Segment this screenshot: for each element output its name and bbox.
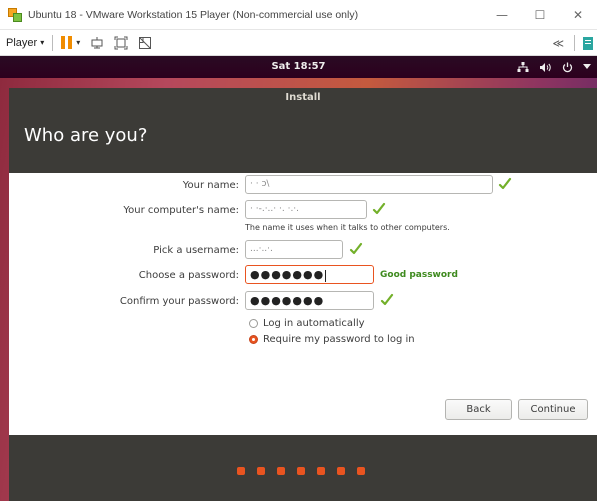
window-title: Ubuntu 18 - VMware Workstation 15 Player… [28,8,359,21]
progress-dot [357,467,365,475]
vmware-window: Ubuntu 18 - VMware Workstation 15 Player… [0,0,597,501]
confirm-dots: ●●●●●●● [250,294,325,307]
panel-clock[interactable]: Sat 18:57 [0,56,597,78]
radio-checked-icon [249,335,258,344]
progress-dot [317,467,325,475]
library-icon[interactable] [583,36,593,50]
collapse-toolbar-icon[interactable]: ≪ [552,37,564,50]
toolbar-divider [574,35,575,51]
checkmark-icon [380,293,394,306]
text-cursor [325,269,327,282]
vmware-app-icon [8,7,22,22]
username-field[interactable]: ...·..·. [245,240,343,259]
progress-dot [337,467,345,475]
require-password-label: Require my password to log in [263,334,415,345]
unity-mode-icon[interactable] [138,36,152,50]
volume-icon [540,62,551,72]
ubuntu-top-panel: Sat 18:57 [0,56,597,78]
computer-name-hint: The name it uses when it talks to other … [245,223,450,232]
toolbar-right: ≪ [552,30,597,56]
login-automatically-option[interactable]: Log in automatically [249,318,365,329]
require-password-option[interactable]: Require my password to log in [249,334,415,345]
progress-dot [297,467,305,475]
fit-guest-icon[interactable] [114,36,128,50]
player-toolbar: Player ▾ ▾ ≪ [0,30,597,56]
login-automatically-label: Log in automatically [263,318,365,329]
player-menu-button[interactable]: Player ▾ [6,37,44,49]
window-controls: — ☐ ✕ [483,0,597,30]
install-progress-dots [237,467,365,475]
your-name-field[interactable]: · · ɔ\ [245,175,493,194]
checkmark-icon [372,202,386,215]
who-are-you-form: Your name: · · ɔ\ Your computer's name: … [9,173,597,435]
username-label: Pick a username: [153,245,239,256]
close-button[interactable]: ✕ [559,0,597,30]
window-title-bar[interactable]: Ubuntu 18 - VMware Workstation 15 Player… [0,0,597,30]
installer-header: Install Who are you? [9,88,597,173]
confirm-password-label: Confirm your password: [119,296,239,307]
computer-name-label: Your computer's name: [123,205,239,216]
password-label: Choose a password: [138,270,239,281]
send-ctrl-alt-del-icon[interactable] [90,36,104,50]
installer-title: Install [285,92,321,103]
page-title: Who are you? [24,125,148,146]
installer-window: Install Who are you? Your name: · · ɔ\ Y… [9,88,597,501]
password-dots: ●●●●●●● [250,268,325,281]
player-menu-label: Player [6,36,38,49]
checkmark-icon [498,177,512,190]
power-options-dropdown[interactable]: ▾ [76,38,80,47]
continue-button[interactable]: Continue [518,399,588,420]
system-tray[interactable] [517,56,591,78]
radio-unchecked-icon [249,319,258,328]
progress-dot [277,467,285,475]
minimize-button[interactable]: — [483,0,521,30]
installer-footer [9,435,597,501]
your-name-label: Your name: [182,180,239,191]
checkmark-icon [349,242,363,255]
computer-name-field[interactable]: · ·-.·..· ·. ·.·. [245,200,367,219]
progress-dot [257,467,265,475]
chevron-down-icon: ▾ [40,38,45,47]
password-strength: Good password [380,270,458,280]
confirm-password-field[interactable]: ●●●●●●● [245,291,374,310]
power-icon [562,62,573,72]
chevron-down-icon [583,64,591,69]
network-icon [517,61,529,72]
password-field[interactable]: ●●●●●●● [245,265,374,284]
back-button[interactable]: Back [445,399,512,420]
toolbar-divider [52,34,54,51]
progress-dot [237,467,245,475]
pause-icon[interactable] [61,36,73,49]
maximize-button[interactable]: ☐ [521,0,559,30]
